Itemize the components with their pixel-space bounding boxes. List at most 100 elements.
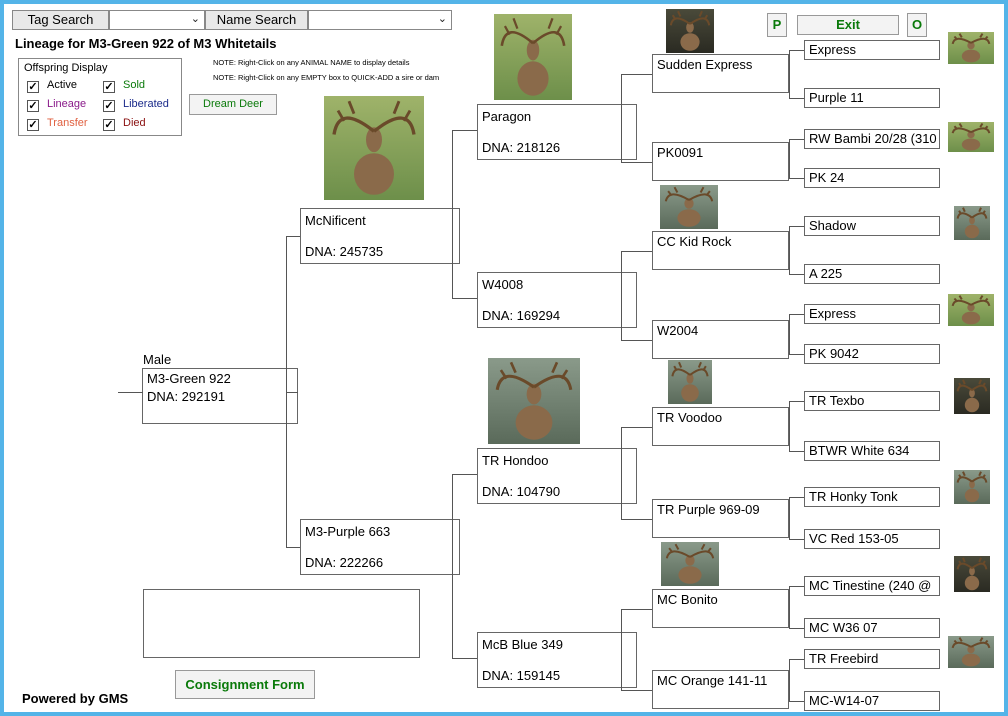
animal-name[interactable]: Express <box>809 306 935 322</box>
dream-deer-button[interactable]: Dream Deer <box>189 94 277 115</box>
name-search-dropdown[interactable]: ⌄ <box>308 10 452 30</box>
offspring-checkbox-active[interactable]: ✓ <box>27 81 39 93</box>
animal-name[interactable]: VC Red 153-05 <box>809 531 935 547</box>
connector-line <box>789 701 804 702</box>
animal-name[interactable]: MC W36 07 <box>809 620 935 636</box>
animal-name[interactable]: Express <box>809 42 935 58</box>
ancestor-box-gen3[interactable]: W2004 <box>652 320 789 359</box>
ancestor-box-gen4[interactable]: TR Honky Tonk <box>804 487 940 507</box>
connector-line <box>789 628 804 629</box>
animal-name[interactable]: McNificent <box>305 213 455 229</box>
p-button[interactable]: P <box>767 13 787 37</box>
ancestor-box-gen3[interactable]: PK0091 <box>652 142 789 181</box>
animal-name[interactable]: A 225 <box>809 266 935 282</box>
ancestor-box-gen3[interactable]: MC Bonito <box>652 589 789 628</box>
ancestor-box-gen4[interactable]: MC Tinestine (240 @ <box>804 576 940 596</box>
animal-name[interactable]: CC Kid Rock <box>657 234 784 250</box>
connector-line <box>621 74 652 75</box>
animal-name[interactable]: W2004 <box>657 323 784 339</box>
connector-line <box>621 162 652 163</box>
ancestor-box-gen3[interactable]: Sudden Express <box>652 54 789 93</box>
ancestor-box-gen4[interactable]: RW Bambi 20/28 (310 <box>804 129 940 149</box>
ancestor-box-gen4[interactable]: Shadow <box>804 216 940 236</box>
connector-line <box>621 690 652 691</box>
connector-line <box>621 609 652 610</box>
note-right-click-name: NOTE: Right-Click on any ANIMAL NAME to … <box>213 58 410 67</box>
ancestor-box-gen4[interactable]: A 225 <box>804 264 940 284</box>
connector-line <box>452 474 477 475</box>
animal-name[interactable]: Shadow <box>809 218 935 234</box>
animal-name[interactable]: M3-Green 922 <box>147 371 293 387</box>
animal-name[interactable]: MC Tinestine (240 @ <box>809 578 935 594</box>
animal-name[interactable]: MC-W14-07 <box>809 693 935 709</box>
animal-name[interactable]: TR Purple 969-09 <box>657 502 784 518</box>
ancestor-box-gen3[interactable]: TR Purple 969-09 <box>652 499 789 538</box>
ancestor-box-gen4[interactable]: Purple 11 <box>804 88 940 108</box>
ancestor-box-gen4[interactable]: MC W36 07 <box>804 618 940 638</box>
animal-name[interactable]: TR Honky Tonk <box>809 489 935 505</box>
ancestor-box-gen3[interactable]: MC Orange 141-11 <box>652 670 789 709</box>
offspring-checkbox-lineage[interactable]: ✓ <box>27 100 39 112</box>
animal-name[interactable]: McB Blue 349 <box>482 637 632 653</box>
connector-line <box>789 314 804 315</box>
sire-dam-box-gen1[interactable]: M3-Purple 663 DNA: 222266 <box>300 519 460 575</box>
subject-box[interactable]: M3-Green 922 DNA: 292191 <box>142 368 298 424</box>
ancestor-box-gen4[interactable]: PK 24 <box>804 168 940 188</box>
o-button[interactable]: O <box>907 13 927 37</box>
ancestor-box-gen4[interactable]: TR Texbo <box>804 391 940 411</box>
offspring-checkbox-liberated[interactable]: ✓ <box>103 100 115 112</box>
ancestor-box-gen4[interactable]: BTWR White 634 <box>804 441 940 461</box>
offspring-checkbox-transfer[interactable]: ✓ <box>27 119 39 131</box>
deer-photo <box>954 206 990 240</box>
sire-dam-box-gen2[interactable]: McB Blue 349 DNA: 159145 <box>477 632 637 688</box>
connector-line <box>789 401 804 402</box>
consignment-form-button[interactable]: Consignment Form <box>175 670 315 699</box>
animal-name[interactable]: MC Orange 141-11 <box>657 673 784 689</box>
exit-button[interactable]: Exit <box>797 15 899 35</box>
animal-name[interactable]: RW Bambi 20/28 (310 <box>809 131 937 147</box>
animal-name[interactable]: W4008 <box>482 277 632 293</box>
connector-line <box>789 401 790 451</box>
sire-dam-box-gen2[interactable]: Paragon DNA: 218126 <box>477 104 637 160</box>
ancestor-box-gen4[interactable]: VC Red 153-05 <box>804 529 940 549</box>
sire-dam-box-gen2[interactable]: W4008 DNA: 169294 <box>477 272 637 328</box>
ancestor-box-gen4[interactable]: PK 9042 <box>804 344 940 364</box>
animal-name[interactable]: TR Texbo <box>809 393 935 409</box>
connector-line <box>789 586 804 587</box>
animal-name[interactable]: TR Freebird <box>809 651 935 667</box>
animal-name[interactable]: PK 24 <box>809 170 935 186</box>
lineage-window: Tag Search ⌄ Name Search ⌄ P Exit O Line… <box>4 4 1004 712</box>
animal-name[interactable]: TR Voodoo <box>657 410 784 426</box>
tag-search-dropdown[interactable]: ⌄ <box>109 10 205 30</box>
notes-box[interactable] <box>143 589 420 658</box>
animal-name[interactable]: PK 9042 <box>809 346 935 362</box>
ancestor-box-gen4[interactable]: Express <box>804 304 940 324</box>
sire-dam-box-gen2[interactable]: TR Hondoo DNA: 104790 <box>477 448 637 504</box>
ancestor-box-gen4[interactable]: MC-W14-07 <box>804 691 940 711</box>
dna-value: DNA: 169294 <box>482 308 561 323</box>
deer-photo <box>954 378 990 414</box>
deer-photo <box>948 294 994 326</box>
offspring-checkbox-died[interactable]: ✓ <box>103 119 115 131</box>
animal-name[interactable]: M3-Purple 663 <box>305 524 455 540</box>
animal-name[interactable]: Sudden Express <box>657 57 784 73</box>
animal-name[interactable]: MC Bonito <box>657 592 784 608</box>
animal-name[interactable]: PK0091 <box>657 145 784 161</box>
connector-line <box>452 130 477 131</box>
connector-line <box>621 519 652 520</box>
ancestor-box-gen3[interactable]: CC Kid Rock <box>652 231 789 270</box>
animal-name[interactable]: Paragon <box>482 109 632 125</box>
ancestor-box-gen4[interactable]: Express <box>804 40 940 60</box>
offspring-checkbox-sold[interactable]: ✓ <box>103 81 115 93</box>
ancestor-box-gen4[interactable]: TR Freebird <box>804 649 940 669</box>
connector-line <box>452 658 477 659</box>
tag-search-label: Tag Search <box>12 10 109 30</box>
animal-name[interactable]: TR Hondoo <box>482 453 632 469</box>
ancestor-box-gen3[interactable]: TR Voodoo <box>652 407 789 446</box>
deer-photo <box>324 96 424 200</box>
animal-name[interactable]: BTWR White 634 <box>809 443 935 459</box>
sire-dam-box-gen1[interactable]: McNificent DNA: 245735 <box>300 208 460 264</box>
animal-name[interactable]: Purple 11 <box>809 90 935 106</box>
connector-line <box>621 340 652 341</box>
page-title: Lineage for M3-Green 922 of M3 Whitetail… <box>15 36 277 51</box>
